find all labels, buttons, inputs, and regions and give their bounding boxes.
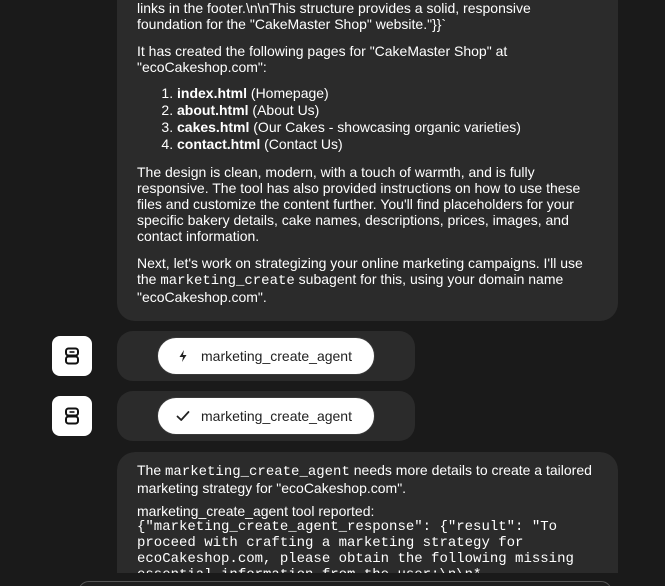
chat-page: links in the footer.\n\nThis structure p… [0, 0, 665, 586]
inline-code: marketing_create_agent [165, 464, 350, 480]
list-item: contact.html (Contact Us) [177, 136, 598, 153]
page-desc: (About Us) [248, 102, 320, 118]
check-icon [176, 411, 190, 421]
tool-call-row: marketing_create_agent [117, 391, 415, 441]
robot-icon [65, 347, 79, 365]
tool-call-row: marketing_create_agent [117, 331, 415, 381]
page-file: cakes.html [177, 119, 250, 135]
tool-call-label: marketing_create_agent [201, 348, 352, 364]
design-paragraph: The design is clean, modern, with a touc… [137, 164, 581, 244]
message-continuation: links in the footer.\n\nThis structure p… [137, 0, 598, 32]
list-item: cakes.html (Our Cakes - showcasing organ… [177, 119, 598, 136]
assistant-message: The marketing_create_agent needs more de… [117, 452, 618, 573]
message-line: links in the footer.\n\nThis structure p… [137, 0, 531, 16]
tool-call-chip[interactable]: marketing_create_agent [157, 397, 375, 435]
list-item: index.html (Homepage) [177, 85, 598, 102]
robot-icon [65, 407, 79, 425]
pages-intro: It has created the following pages for "… [137, 43, 508, 75]
bot-avatar [52, 396, 92, 436]
intro-text: The [137, 462, 166, 478]
assistant-message: links in the footer.\n\nThis structure p… [117, 0, 618, 321]
lightning-icon [179, 350, 187, 362]
inline-code: marketing_create [160, 273, 295, 289]
bot-avatar [52, 336, 92, 376]
report-body: {"marketing_create_agent_response": {"re… [137, 519, 574, 573]
page-desc: (Our Cakes - showcasing organic varietie… [249, 119, 521, 135]
chat-input[interactable] [78, 581, 612, 586]
report-heading: marketing_create_agent tool reported: [137, 503, 375, 519]
page-file: about.html [177, 102, 249, 118]
message-intro: The marketing_create_agent needs more de… [137, 462, 598, 496]
tool-call-label: marketing_create_agent [201, 408, 352, 424]
page-file: contact.html [177, 136, 261, 152]
page-file: index.html [177, 85, 248, 101]
pages-list: index.html (Homepage) about.html (About … [137, 85, 598, 153]
message-line: foundation for the "CakeMaster Shop" web… [137, 16, 447, 32]
list-item: about.html (About Us) [177, 102, 598, 119]
page-desc: (Contact Us) [260, 136, 343, 152]
page-desc: (Homepage) [247, 85, 329, 101]
assistant-message-clip: The marketing_create_agent needs more de… [117, 452, 618, 573]
next-step-paragraph: Next, let's work on strategizing your on… [137, 255, 598, 305]
tool-call-chip[interactable]: marketing_create_agent [157, 337, 375, 375]
